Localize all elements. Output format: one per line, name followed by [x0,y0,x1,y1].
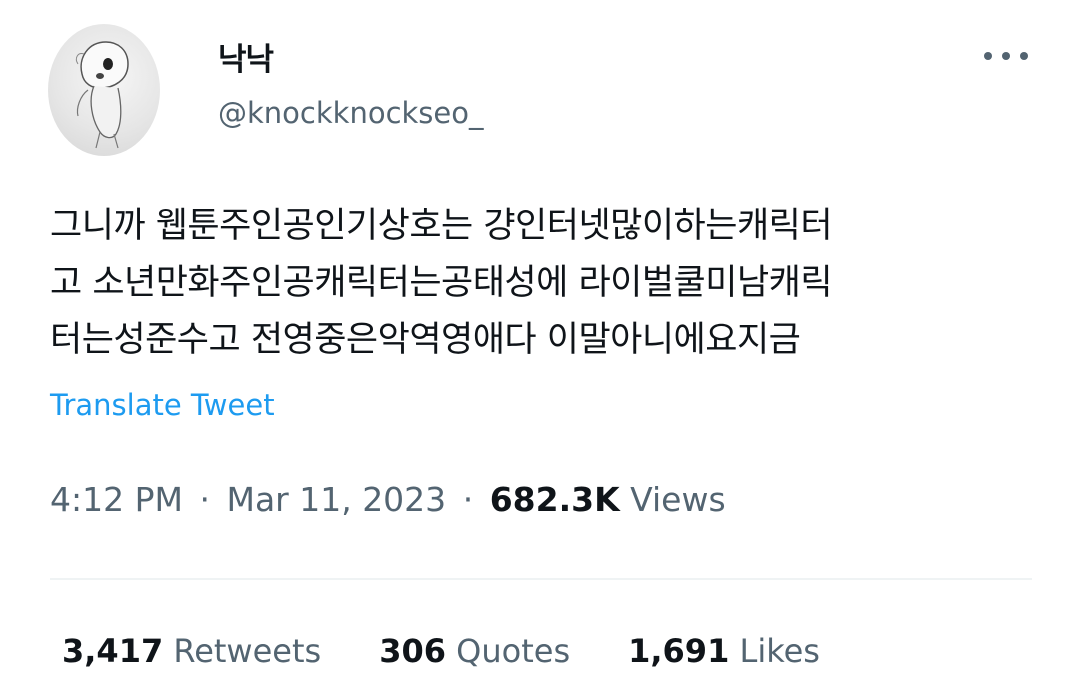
handle[interactable]: @knockknockseo_ [218,96,484,130]
tweet-meta: 4:12 PM · Mar 11, 2023 · 682.3K Views [50,480,726,519]
more-dots-icon [1020,52,1028,60]
views-count: 682.3K [489,480,620,519]
more-dots-icon [984,52,992,60]
separator: · [199,480,210,519]
tweet-line: 그니까 웹툰주인공인기상호는 걍인터넷많이하는캐릭터 [50,206,833,246]
retweets-count: 3,417 [62,632,164,670]
display-name[interactable]: 낙낙 [218,34,274,79]
likes-label: Likes [739,632,820,670]
views-label: Views [630,480,726,519]
tweet-text: 그니까 웹툰주인공인기상호는 걍인터넷많이하는캐릭터 고 소년만화주인공캐릭터는… [50,198,1030,369]
retweets-stat[interactable]: 3,417 Retweets [62,632,321,670]
tweet-line: 고 소년만화주인공캐릭터는공태성에 라이벌쿨미남캐릭 [50,263,833,303]
separator: · [462,480,474,519]
tweet-date[interactable]: Mar 11, 2023 [226,480,446,519]
engagement-stats: 3,417 Retweets 306 Quotes 1,691 Likes [62,632,878,670]
divider [50,578,1032,580]
likes-count: 1,691 [628,632,730,670]
quotes-stat[interactable]: 306 Quotes [379,632,570,670]
character-sketch-avatar-icon [75,41,129,149]
tweet-line: 터는성준수고 전영중은악역영애다 이말아니에요지금 [50,320,801,360]
more-options-button[interactable] [984,44,1028,68]
avatar[interactable] [48,24,160,156]
more-dots-icon [1002,52,1010,60]
tweet-time[interactable]: 4:12 PM [50,480,183,519]
translate-tweet-link[interactable]: Translate Tweet [50,388,275,422]
quotes-label: Quotes [456,632,571,670]
likes-stat[interactable]: 1,691 Likes [628,632,820,670]
quotes-count: 306 [379,632,446,670]
retweets-label: Retweets [173,632,322,670]
